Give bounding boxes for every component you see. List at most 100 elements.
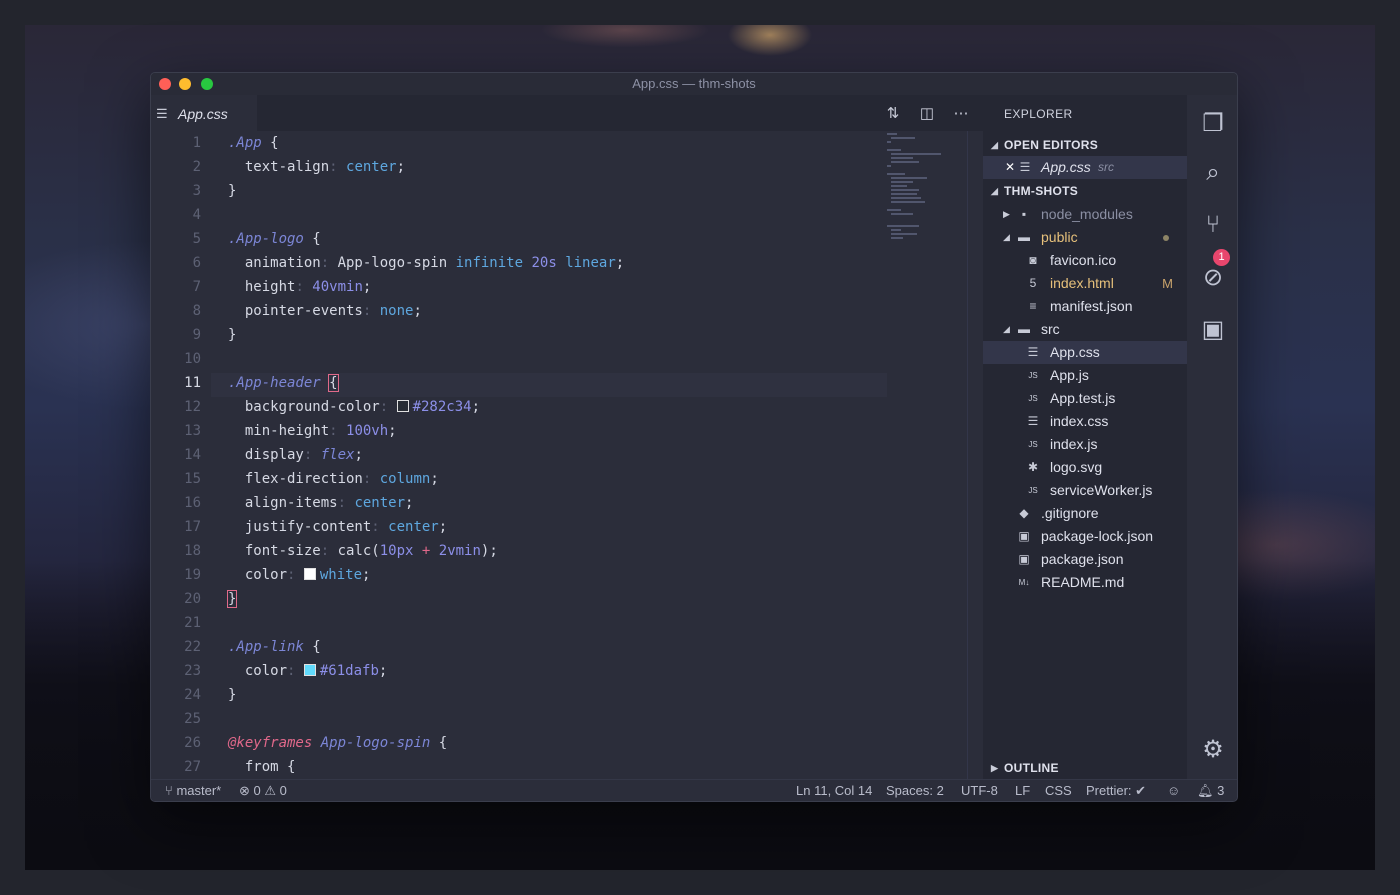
- tree-item-label: public: [1041, 229, 1078, 245]
- folder-icon: ▪: [1021, 207, 1027, 221]
- gear-icon[interactable]: ⚙: [1187, 735, 1237, 764]
- line-number: 7: [192, 279, 201, 295]
- files-icon[interactable]: ❐: [1187, 109, 1237, 138]
- code-line-20: }: [226, 590, 238, 608]
- tree-item-label: serviceWorker.js: [1050, 482, 1153, 498]
- eol-status[interactable]: LF: [1015, 780, 1030, 801]
- line-number: 6: [192, 255, 201, 271]
- branch-status[interactable]: ⑂ master*: [165, 780, 221, 801]
- language-status[interactable]: CSS: [1045, 780, 1072, 801]
- tree-item-app-test-js[interactable]: JS App.test.js: [983, 387, 1187, 410]
- code-line-1: .App {: [228, 135, 279, 151]
- code-line-13: min-height: 100vh;: [244, 423, 397, 439]
- tree-item-label: package.json: [1041, 551, 1124, 567]
- code-line-3: }: [228, 183, 237, 199]
- line-number: 21: [184, 615, 201, 631]
- tree-item-app-css[interactable]: ☰ App.css: [983, 341, 1187, 364]
- code-line-18: font-size: calc(10px + 2vmin);: [244, 543, 498, 559]
- line-number: 27: [184, 759, 201, 775]
- tree-item-label: logo.svg: [1050, 459, 1103, 475]
- extensions-icon[interactable]: ▣: [1187, 315, 1237, 344]
- tree-item--gitignore[interactable]: ◆ .gitignore: [983, 502, 1187, 525]
- code-line-11: .App-header {: [228, 374, 339, 392]
- activity-bar: ❐ ⌕ ⑂ 1 ⊘ ▣ ⚙: [1187, 95, 1237, 779]
- tree-item-serviceworker-js[interactable]: JS serviceWorker.js: [983, 479, 1187, 502]
- open-editor-item[interactable]: ✕ ☰ App.css src: [983, 156, 1187, 179]
- close-icon[interactable]: ✕: [1003, 156, 1017, 179]
- zoom-window-button[interactable]: [201, 78, 213, 90]
- minimize-window-button[interactable]: [179, 78, 191, 90]
- tree-item-favicon-ico[interactable]: ◙ favicon.ico: [983, 249, 1187, 272]
- code-line-8: pointer-events: none;: [244, 303, 422, 319]
- tree-item-label: index.css: [1050, 413, 1109, 429]
- editor-scrollbar[interactable]: [967, 131, 983, 779]
- line-number: 13: [184, 423, 201, 439]
- project-section[interactable]: ◢ THM-SHOTS: [983, 180, 1187, 202]
- code-editor[interactable]: 1 2 3 4 5 6 7 8 9 10 11 12 13 14 15 16 17 18 19 20 21 22 23 24 2…: [151, 131, 983, 779]
- chevron-down-icon: ◢: [991, 140, 999, 150]
- debug-icon[interactable]: ⊘: [1187, 263, 1237, 292]
- open-editors-section[interactable]: ◢ OPEN EDITORS: [983, 134, 1187, 156]
- color-swatch[interactable]: [303, 568, 316, 580]
- tree-item-logo-svg[interactable]: ✱ logo.svg: [983, 456, 1187, 479]
- git-branch-icon: ⑂: [165, 783, 173, 798]
- feedback-icon[interactable]: ☺: [1167, 780, 1180, 801]
- html-file-icon: 5: [1029, 276, 1037, 290]
- color-swatch[interactable]: [396, 400, 409, 412]
- cursor-position[interactable]: Ln 11, Col 14: [796, 780, 872, 801]
- tree-item-src[interactable]: ◢ ▬ src: [983, 318, 1187, 341]
- code-line-24: }: [228, 687, 237, 703]
- tree-item-label: App.test.js: [1050, 390, 1116, 406]
- color-swatch[interactable]: [303, 664, 316, 676]
- tree-item-app-js[interactable]: JS App.js: [983, 364, 1187, 387]
- js-file-icon: JS: [1028, 440, 1038, 449]
- json-file-icon: ≡: [1029, 299, 1037, 313]
- open-changes-icon[interactable]: ⇅: [883, 104, 903, 122]
- tree-item-manifest-json[interactable]: ≡ manifest.json: [983, 295, 1187, 318]
- npm-file-icon: ▣: [1018, 529, 1030, 543]
- line-number: 2: [192, 159, 201, 175]
- notifications-status[interactable]: 🔔︎ 3: [1197, 780, 1224, 801]
- line-number: 25: [184, 711, 201, 727]
- more-actions-icon[interactable]: ⋯: [951, 104, 971, 122]
- encoding-status[interactable]: UTF-8: [961, 780, 998, 801]
- tree-item-index-html[interactable]: 5 index.html M: [983, 272, 1187, 295]
- tab-app-css[interactable]: ☰ App.css: [151, 95, 257, 131]
- tree-item-public[interactable]: ◢ ▬ public: [983, 226, 1187, 249]
- error-icon: ⊗: [239, 783, 250, 798]
- tree-item-node-modules[interactable]: ▶ ▪ node_modules: [983, 203, 1187, 226]
- line-number: 26: [184, 735, 201, 751]
- code-line-22: .App-link {: [228, 639, 321, 655]
- tree-item-label: .gitignore: [1041, 505, 1099, 521]
- indentation-status[interactable]: Spaces: 2: [886, 780, 944, 801]
- css-file-icon: ☰: [156, 106, 168, 121]
- tree-item-index-css[interactable]: ☰ index.css: [983, 410, 1187, 433]
- modified-dot: [1163, 235, 1169, 241]
- tree-item-label: index.js: [1050, 436, 1098, 452]
- code-line-6: animation: App-logo-spin infinite 20s li…: [244, 255, 625, 271]
- tree-item-index-js[interactable]: JS index.js: [983, 433, 1187, 456]
- split-editor-icon[interactable]: ◫: [917, 104, 937, 122]
- line-number: 19: [184, 567, 201, 583]
- modified-badge: M: [1162, 276, 1173, 291]
- chevron-right-icon: ▶: [1003, 209, 1010, 219]
- tree-item-label: App.css: [1050, 344, 1100, 360]
- outline-section[interactable]: ▶ OUTLINE: [983, 757, 1187, 779]
- search-icon[interactable]: ⌕: [1187, 159, 1237, 187]
- explorer-title: EXPLORER: [1004, 107, 1073, 121]
- line-number: 1: [192, 135, 201, 151]
- tree-item-readme-md[interactable]: M↓ README.md: [983, 571, 1187, 594]
- tree-item-package-lock-json[interactable]: ▣ package-lock.json: [983, 525, 1187, 548]
- git-file-icon: ◆: [1019, 506, 1029, 520]
- folder-open-icon: ▬: [1018, 230, 1030, 244]
- minimap[interactable]: [887, 131, 967, 779]
- line-number: 11: [184, 375, 201, 391]
- prettier-status[interactable]: Prettier: ✔: [1086, 780, 1146, 801]
- tree-item-package-json[interactable]: ▣ package.json: [983, 548, 1187, 571]
- chevron-down-icon: ◢: [991, 186, 999, 196]
- source-control-icon[interactable]: ⑂: [1187, 211, 1237, 239]
- close-window-button[interactable]: [159, 78, 171, 90]
- problems-status[interactable]: ⊗ 0 ⚠ 0: [239, 780, 287, 801]
- css-file-icon: ☰: [1019, 160, 1031, 174]
- line-number: 24: [184, 687, 201, 703]
